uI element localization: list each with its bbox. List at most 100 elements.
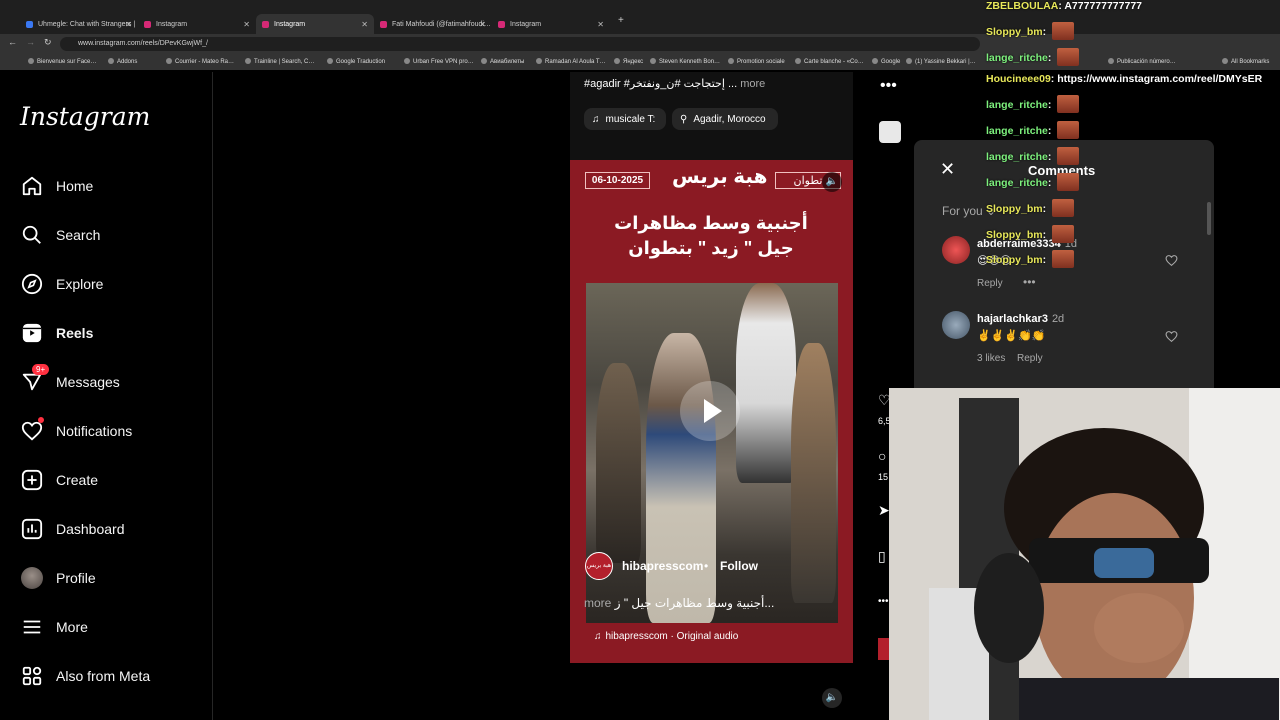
bookmark-item[interactable]: Bienvenue sur Face… [28, 58, 96, 65]
comment-username[interactable]: hajarlachkar3 2d [977, 313, 1064, 325]
browser-tab[interactable]: Instagram ✕ [492, 14, 610, 34]
bystander-figure [791, 343, 836, 603]
webcam-image [889, 388, 1280, 720]
webcam-overlay [889, 388, 1280, 720]
more-options-icon[interactable]: ••• [878, 596, 889, 607]
location-pill[interactable]: ⚲ Agadir, Morocco [672, 108, 778, 130]
back-icon[interactable]: ← [8, 37, 17, 47]
close-tab-icon[interactable]: ✕ [597, 20, 604, 29]
bookmark-item[interactable]: Addons [108, 58, 137, 65]
instagram-favicon-icon [380, 20, 387, 28]
bookmark-item[interactable]: Publicación número… [1108, 58, 1176, 65]
nav-dashboard[interactable]: Dashboard [20, 515, 125, 543]
instagram-logo[interactable]: Instagram [20, 102, 150, 131]
comment-like-icon[interactable] [1165, 254, 1179, 268]
chat-emote [1057, 48, 1080, 66]
comment-avatar[interactable] [942, 236, 970, 264]
more-options-icon[interactable]: ••• [880, 77, 897, 95]
stream-chat-message: Sloppy_bm: [986, 225, 1075, 243]
bookmark-item[interactable]: Steven Kenneth Bon… [650, 58, 720, 65]
comment-likes[interactable]: 3 likes [977, 353, 1005, 364]
reels-icon [20, 321, 44, 345]
music-pill[interactable]: ♫ musicale T: [584, 108, 666, 130]
account-name[interactable]: hibapresscom [622, 559, 703, 573]
bookmark-item[interactable]: Авиабилеты [481, 58, 524, 65]
save-icon[interactable]: ▯ [878, 548, 886, 565]
stream-chat-message: ZBELBOULAA: A777777777777 [986, 0, 1143, 12]
play-button[interactable] [680, 381, 740, 441]
instagram-favicon-icon [498, 20, 505, 28]
stream-chat-message: lange_ritche: [986, 121, 1080, 139]
comment-more-icon[interactable]: ••• [1023, 275, 1036, 289]
plus-square-icon [20, 468, 44, 492]
bookmark-item[interactable]: Urban Free VPN pro… [404, 58, 474, 65]
reply-button[interactable]: Reply [1017, 353, 1043, 364]
audio-sticker-thumbnail[interactable] [879, 121, 901, 143]
browser-tab-active[interactable]: Instagram ✕ [256, 14, 374, 34]
comments-scrollbar[interactable] [1207, 202, 1211, 235]
woman-figure [646, 333, 716, 623]
bookmark-item[interactable]: Carte blanche - «Co… [795, 58, 864, 65]
nav-also-from-meta[interactable]: Also from Meta [20, 662, 150, 690]
chat-emote [1052, 22, 1075, 40]
nav-explore[interactable]: Explore [20, 270, 103, 298]
comment-count: 15 [878, 472, 889, 482]
share-icon[interactable]: ➤ [878, 502, 890, 519]
reply-button[interactable]: Reply [977, 278, 1003, 289]
messenger-icon: 9+ [20, 364, 50, 394]
browser-tab[interactable]: Uhmegle: Chat with Strangers | ✕ [20, 14, 138, 34]
reel-headline-line2: جيل " زيد " بتطوان [628, 238, 794, 258]
description-more-link[interactable]: more [584, 596, 611, 610]
follow-button[interactable]: Follow [720, 559, 758, 573]
stream-chat-message: lange_ritche: [986, 48, 1080, 66]
nav-home[interactable]: Home [20, 172, 93, 200]
stream-chat-message: lange_ritche: [986, 173, 1080, 191]
bystander-figure [596, 363, 641, 563]
original-audio[interactable]: ♫ hibapresscom · Original audio [594, 631, 738, 642]
url-bar[interactable]: www.instagram.com/reels/DPevKGwjWf_/ [60, 37, 980, 51]
instagram-favicon-icon [144, 20, 151, 28]
bookmark-item[interactable]: Trainline | Search, C… [245, 58, 314, 65]
close-tab-icon[interactable]: ✕ [479, 20, 486, 29]
chat-emote [1057, 121, 1080, 139]
bookmark-item[interactable]: Google Traduction [327, 58, 385, 65]
man-figure [736, 283, 796, 483]
browser-tab[interactable]: Instagram ✕ [138, 14, 256, 34]
comment-avatar[interactable] [942, 311, 970, 339]
nav-search[interactable]: Search [20, 221, 100, 249]
nav-more[interactable]: More [20, 613, 88, 641]
nav-create[interactable]: Create [20, 466, 98, 494]
close-tab-icon[interactable]: ✕ [125, 20, 132, 29]
stream-chat-message: Sloppy_bm: [986, 250, 1075, 268]
nav-reels[interactable]: Reels [20, 319, 93, 347]
reload-icon[interactable]: ↻ [44, 37, 52, 48]
caption-more-link[interactable]: more [740, 78, 765, 90]
volume-icon[interactable]: 🔈 [822, 688, 842, 708]
browser-tab[interactable]: Fati Mahfoudi (@fatimahfoudi… ✕ [374, 14, 492, 34]
bookmark-item[interactable]: Courrier - Mateo Ra… [166, 58, 234, 65]
bookmark-item[interactable]: (1) Yassine Bekkari |… [906, 58, 976, 65]
bookmark-item[interactable]: Promotion sociale [728, 58, 785, 65]
nav-notifications[interactable]: Notifications [20, 417, 132, 445]
forward-icon[interactable]: → [26, 37, 35, 47]
close-tab-icon[interactable]: ✕ [243, 20, 250, 29]
hamburger-icon [20, 615, 44, 639]
nav-messages[interactable]: 9+ Messages [20, 364, 120, 396]
chat-emote [1057, 173, 1080, 191]
stream-chat-message: Houcineee09: https://www.instagram.com/r… [986, 73, 1263, 85]
close-icon[interactable]: ✕ [940, 159, 955, 180]
volume-icon[interactable]: 🔈 [822, 172, 842, 192]
account-avatar[interactable]: هبة بريس [585, 552, 613, 580]
new-tab-icon[interactable]: + [618, 15, 624, 26]
stream-chat-message: Sloppy_bm: [986, 199, 1075, 217]
chat-emote [1057, 95, 1080, 113]
comment-icon[interactable]: ○ [878, 448, 886, 464]
nav-profile[interactable]: Profile [20, 564, 96, 592]
bookmark-item[interactable]: Яндекс [614, 58, 643, 65]
bookmark-item[interactable]: Google [872, 58, 900, 65]
bookmark-item[interactable]: Ramadan Al Aoula T… [536, 58, 606, 65]
close-tab-icon[interactable]: ✕ [361, 20, 368, 29]
messages-badge: 9+ [32, 364, 50, 375]
comment-like-icon[interactable] [1165, 330, 1179, 344]
all-bookmarks[interactable]: All Bookmarks [1222, 58, 1269, 65]
